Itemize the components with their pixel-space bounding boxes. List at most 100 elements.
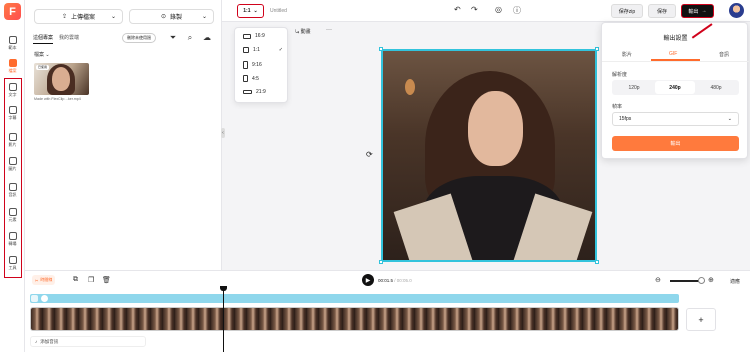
- avatar[interactable]: [729, 3, 744, 18]
- fps-label: 幀率: [612, 104, 623, 110]
- track-handle-icon[interactable]: [31, 295, 38, 302]
- export-label: 輸出: [688, 8, 699, 15]
- app-logo[interactable]: F: [4, 3, 21, 20]
- ratio-4-5-icon: [243, 75, 248, 82]
- resolution-option-label: 120p: [628, 84, 640, 91]
- add-audio-button[interactable]: ♪ 添加音訊: [30, 336, 146, 347]
- zoom-out-icon[interactable]: ⊖: [655, 276, 661, 284]
- save-button[interactable]: 保存: [648, 4, 676, 18]
- resolution-120p[interactable]: 120p: [614, 81, 654, 94]
- tab-gif[interactable]: GIF: [669, 51, 677, 57]
- more-options-button[interactable]: ···: [326, 27, 332, 33]
- ratio-menu: 16:9 1:1 ✓ 9:16 4:5 21:9: [234, 27, 288, 103]
- time-display: 00:01.5 / 00:05.0: [378, 278, 412, 283]
- zoom-in-icon[interactable]: ⊕: [708, 276, 714, 284]
- file-filter-label: 檔案: [34, 52, 45, 58]
- duplicate-icon[interactable]: ❐: [88, 276, 94, 284]
- arrow-right-icon: →: [701, 8, 707, 14]
- export-settings-panel: 輸出設置 影片 GIF 音訊 解析度 120p 240p 480p 幀率 15f…: [601, 22, 749, 159]
- tab-this-project[interactable]: 這個專案: [33, 34, 54, 44]
- thumbnail-caption: Made with FlexClip…ker.mp4: [34, 97, 81, 101]
- fps-select[interactable]: 15fps ⌄: [612, 112, 739, 126]
- face-shape: [468, 91, 523, 166]
- redo-icon[interactable]: ↷: [471, 5, 478, 14]
- ratio-option[interactable]: 1:1 ✓: [243, 47, 283, 53]
- current-time: 00:01.5: [378, 278, 394, 283]
- thumb-face: [52, 67, 70, 91]
- project-title[interactable]: Untitled: [270, 8, 287, 14]
- chevron-down-icon: ⌄: [727, 116, 732, 122]
- resize-handle[interactable]: [379, 47, 383, 51]
- video-preview[interactable]: [381, 49, 597, 262]
- rail-item-label: 範本: [8, 45, 17, 50]
- help-icon[interactable]: ⓘ: [513, 5, 521, 16]
- ratio-label: 4:5: [252, 75, 259, 82]
- resolution-option-label: 480p: [710, 84, 722, 91]
- export-button[interactable]: 輸出 →: [681, 4, 714, 18]
- split-icon[interactable]: ⧉: [73, 276, 78, 284]
- panel-tabs: 這個專案 我的雲端: [33, 34, 79, 44]
- chevron-down-icon: ⌄: [253, 8, 258, 14]
- export-panel-title: 輸出設置: [663, 36, 688, 42]
- subtitle-track[interactable]: [30, 294, 679, 303]
- search-icon[interactable]: ⌕: [186, 34, 194, 42]
- animation-label: 動畫: [300, 29, 311, 35]
- resize-handle[interactable]: [595, 47, 599, 51]
- tab-video[interactable]: 影片: [622, 51, 632, 58]
- animation-icon: ⤿: [295, 29, 300, 35]
- tab-my-cloud[interactable]: 我的雲端: [59, 34, 79, 44]
- screenshot-icon[interactable]: ◎: [495, 5, 502, 14]
- animation-button[interactable]: ⤿ 動畫: [295, 28, 311, 35]
- save-zip-label: 保存zip: [618, 8, 636, 15]
- file-filter[interactable]: 檔案 ⌄: [34, 51, 50, 58]
- resize-handle[interactable]: [379, 260, 383, 264]
- rail-item-files[interactable]: 檔案: [2, 57, 23, 79]
- media-thumbnail[interactable]: 已使用: [34, 63, 89, 95]
- zoom-slider-thumb[interactable]: [698, 277, 705, 284]
- rail-item-template[interactable]: 範本: [2, 34, 23, 56]
- playhead[interactable]: [223, 289, 224, 352]
- ratio-option[interactable]: 21:9: [243, 89, 266, 95]
- ratio-21-9-icon: [243, 90, 252, 94]
- timeline-mode-label: 時間線: [40, 277, 53, 282]
- fit-button[interactable]: 適應: [730, 278, 740, 285]
- tab-audio[interactable]: 音訊: [719, 51, 729, 58]
- upload-button[interactable]: ⇪ 上傳檔案 ⌄: [34, 9, 123, 24]
- track-marker-icon[interactable]: [41, 295, 48, 302]
- video-clip-track[interactable]: [30, 307, 679, 331]
- resolution-240p[interactable]: 240p: [655, 81, 695, 94]
- save-label: 保存: [656, 8, 667, 15]
- tab-divider: [602, 61, 749, 62]
- timeline-mode-button[interactable]: ✂ 時間線: [32, 275, 56, 285]
- ratio-option[interactable]: 4:5: [243, 75, 259, 82]
- collapse-panel-icon[interactable]: ‹: [221, 128, 225, 138]
- music-icon: ♪: [35, 339, 38, 344]
- ratio-16-9-icon: [243, 33, 251, 39]
- play-button[interactable]: ▶: [362, 274, 374, 286]
- ratio-option[interactable]: 16:9: [243, 33, 265, 39]
- ratio-dropdown-button[interactable]: 1:1 ⌄: [237, 4, 264, 18]
- add-clip-label: +: [698, 314, 704, 325]
- ratio-option[interactable]: 9:16: [243, 61, 262, 69]
- chevron-down-icon: ⌄: [201, 14, 207, 20]
- delete-icon[interactable]: 🗑: [102, 276, 111, 284]
- undo-icon[interactable]: ↶: [454, 5, 461, 14]
- resolution-480p[interactable]: 480p: [696, 81, 736, 94]
- media-panel: ⇪ 上傳檔案 ⌄ ⊙ 錄製 ⌄ 這個專案 我的雲端 刪除未使用過 ⏷ ⌕ ☁ 檔…: [25, 0, 222, 270]
- resize-handle[interactable]: [595, 260, 599, 264]
- export-confirm-label: 輸出: [670, 141, 681, 147]
- filter-icon[interactable]: ⏷: [169, 34, 177, 42]
- delete-unused-button[interactable]: 刪除未使用過: [122, 33, 156, 43]
- template-icon: [8, 36, 17, 44]
- save-zip-button[interactable]: 保存zip: [611, 4, 643, 18]
- ratio-1-1-icon: [243, 47, 249, 53]
- record-label: 錄製: [170, 15, 183, 21]
- rotate-icon[interactable]: ⟳: [366, 150, 373, 159]
- record-button[interactable]: ⊙ 錄製 ⌄: [129, 9, 214, 24]
- add-clip-button[interactable]: +: [686, 308, 716, 331]
- export-confirm-button[interactable]: 輸出: [612, 136, 739, 151]
- total-time: 00:05.0: [396, 278, 412, 283]
- rail-highlight-box: [4, 78, 22, 278]
- resolution-label: 解析度: [612, 72, 628, 78]
- cloud-icon[interactable]: ☁: [203, 34, 211, 42]
